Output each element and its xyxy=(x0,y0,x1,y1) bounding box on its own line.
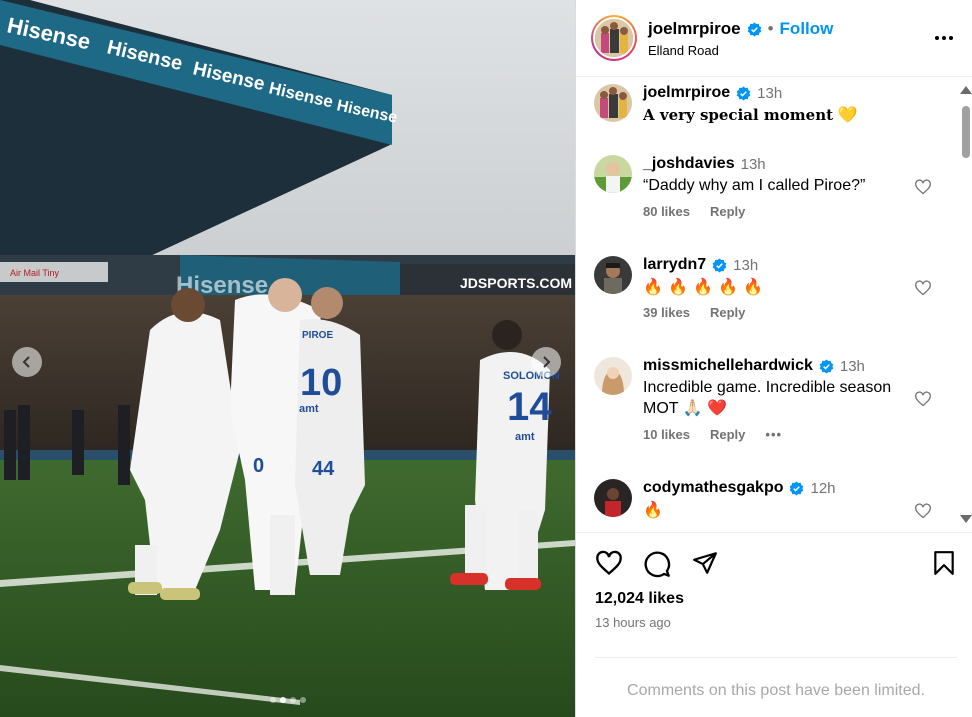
commenter-avatar[interactable] xyxy=(594,357,632,395)
comment-username[interactable]: codymathesgakpo xyxy=(643,479,783,497)
scroll-down-arrow-icon[interactable] xyxy=(960,515,972,523)
comment-username[interactable]: _joshdavies xyxy=(643,155,735,173)
comment-likes[interactable]: 39 likes xyxy=(643,305,690,320)
comment-time: 13h xyxy=(839,357,865,375)
share-button[interactable] xyxy=(691,550,719,581)
comment-text: 🔥 🔥 🔥 🔥 🔥 xyxy=(643,277,763,296)
caption-username[interactable]: joelmrpiroe xyxy=(643,84,730,102)
svg-text:0: 0 xyxy=(253,455,264,477)
avatar-image xyxy=(594,256,632,294)
post-photo[interactable]: Hisense Hisense Hisense Hisense Hisense … xyxy=(0,0,575,717)
separator-dot: • xyxy=(767,19,774,38)
avatar-image xyxy=(594,357,632,395)
like-button[interactable] xyxy=(595,550,623,581)
post-header: joelmrpiroe • Follow Elland Road xyxy=(576,0,972,77)
comment-time: 13h xyxy=(733,256,759,274)
comment-options-button[interactable]: ••• xyxy=(765,427,782,442)
bookmark-icon xyxy=(934,551,954,575)
comment-text: Incredible game. Incredible season MOT 🙏… xyxy=(643,379,892,417)
verified-badge-icon xyxy=(736,85,751,101)
more-options-button[interactable] xyxy=(934,28,954,46)
chevron-left-icon xyxy=(22,356,30,368)
commenter-avatar[interactable] xyxy=(594,256,632,294)
comments-list[interactable]: joelmrpiroe 13h A very special moment 💛 xyxy=(576,78,956,530)
heart-outline-icon xyxy=(596,550,622,576)
heart-outline-icon xyxy=(915,503,931,519)
reply-button[interactable]: Reply xyxy=(710,427,745,442)
commenter-avatar[interactable] xyxy=(594,155,632,193)
comment-like-button[interactable] xyxy=(914,280,932,301)
caption-time: 13h xyxy=(757,84,783,102)
svg-text:amt: amt xyxy=(299,403,319,415)
comments-limited-notice: Comments on this post have been limited. xyxy=(595,657,957,700)
comment-username[interactable]: larrydn7 xyxy=(643,256,706,274)
post-location[interactable]: Elland Road xyxy=(648,43,719,58)
comment-likes[interactable]: 10 likes xyxy=(643,427,690,442)
svg-text:44: 44 xyxy=(312,458,335,480)
carousel-dot xyxy=(279,697,286,703)
comment-time: 13h xyxy=(740,155,766,173)
likes-count[interactable]: 12,024 likes xyxy=(595,590,684,608)
caption-text: A very special moment xyxy=(643,106,834,124)
comment-time: 12h xyxy=(810,479,836,497)
svg-text:JDSPORTS.COM: JDSPORTS.COM xyxy=(460,275,572,291)
carousel-next-button[interactable] xyxy=(531,347,561,377)
heart-outline-icon xyxy=(915,391,931,407)
comment-like-button[interactable] xyxy=(914,179,932,200)
avatar-image xyxy=(594,84,632,122)
stadium-scene: Hisense Hisense Hisense Hisense Hisense … xyxy=(0,0,575,717)
follow-button[interactable]: Follow xyxy=(780,19,834,39)
chevron-right-icon xyxy=(543,356,551,368)
svg-text:PIROE: PIROE xyxy=(302,330,333,341)
yellow-heart-emoji: 💛 xyxy=(837,105,858,124)
post-side-panel: joelmrpiroe • Follow Elland Road joelmrp… xyxy=(575,0,972,717)
svg-text:14: 14 xyxy=(507,385,552,429)
comment-username[interactable]: missmichellehardwick xyxy=(643,357,813,375)
comment-like-button[interactable] xyxy=(914,391,932,412)
verified-badge-icon xyxy=(819,358,834,374)
carousel-prev-button[interactable] xyxy=(12,347,42,377)
comment-like-button[interactable] xyxy=(914,503,932,524)
avatar-image xyxy=(595,19,633,57)
carousel-dot xyxy=(299,697,306,703)
commenter-avatar[interactable] xyxy=(594,479,632,517)
author-avatar[interactable] xyxy=(591,15,637,61)
svg-text:amt: amt xyxy=(515,431,535,443)
verified-badge-icon xyxy=(747,21,762,37)
comments-scrollbar[interactable] xyxy=(958,78,972,530)
caption-avatar[interactable] xyxy=(594,84,632,122)
ellipsis-icon xyxy=(935,36,953,40)
verified-badge-icon xyxy=(712,257,727,273)
scrollbar-thumb[interactable] xyxy=(962,106,970,158)
reply-button[interactable]: Reply xyxy=(710,305,745,320)
author-username[interactable]: joelmrpiroe xyxy=(648,19,741,39)
comment-button[interactable] xyxy=(643,550,671,583)
post-time[interactable]: 13 hours ago xyxy=(595,615,671,630)
save-button[interactable] xyxy=(932,550,956,581)
svg-text:10: 10 xyxy=(300,362,342,404)
carousel-dots xyxy=(0,697,575,703)
comment-text: 🔥 xyxy=(643,500,663,519)
carousel-dot xyxy=(269,697,276,703)
heart-outline-icon xyxy=(915,179,931,195)
comment-text: “Daddy why am I called Piroe?” xyxy=(643,177,866,194)
svg-text:Air Mail Tiny: Air Mail Tiny xyxy=(10,268,60,278)
comment-likes[interactable]: 80 likes xyxy=(643,204,690,219)
avatar-image xyxy=(594,479,632,517)
avatar-image xyxy=(594,155,632,193)
scroll-up-arrow-icon[interactable] xyxy=(960,86,972,94)
heart-outline-icon xyxy=(915,280,931,296)
speech-bubble-icon xyxy=(644,551,671,578)
reply-button[interactable]: Reply xyxy=(710,204,745,219)
paper-plane-icon xyxy=(693,552,717,574)
post-actions-bar xyxy=(576,532,972,592)
verified-badge-icon xyxy=(789,480,804,496)
carousel-dot xyxy=(289,697,296,703)
